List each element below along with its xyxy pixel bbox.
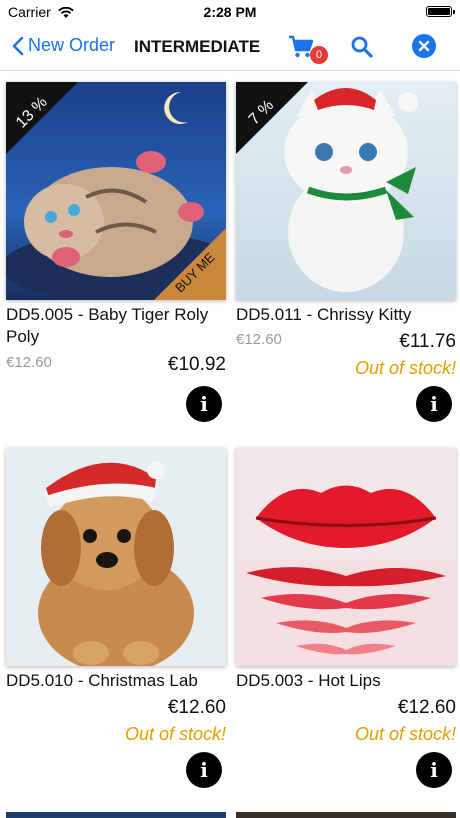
product-price: €11.76	[399, 331, 456, 352]
product-price: €12.60	[167, 697, 226, 718]
product-name: DD5.005 - Baby Tiger Roly Poly	[6, 305, 209, 346]
info-button[interactable]: i	[186, 386, 222, 422]
page-title: INTERMEDIATE	[134, 37, 261, 56]
search-icon	[351, 36, 373, 58]
battery-icon	[426, 6, 455, 17]
buy-me-corner	[154, 228, 226, 300]
stock-status: Out of stock!	[354, 358, 456, 378]
info-icon: i	[430, 392, 438, 416]
search-button[interactable]	[350, 35, 374, 64]
back-label: New Order	[28, 35, 116, 55]
navigation-bar: New Order INTERMEDIATE 0	[0, 24, 460, 71]
product-image[interactable]	[236, 448, 456, 666]
product-card[interactable]: DD5.010 - Christmas Lab €12.60 Out of st…	[6, 448, 226, 788]
product-name: DD5.010 - Christmas Lab	[6, 671, 198, 690]
info-button[interactable]: i	[416, 386, 452, 422]
chevron-left-icon	[12, 36, 24, 55]
product-image[interactable]: 13 % BUY ME	[6, 82, 226, 300]
product-image-partial	[6, 812, 226, 818]
product-image[interactable]	[6, 448, 226, 666]
info-icon: i	[200, 392, 208, 416]
cart-count-badge: 0	[310, 46, 328, 64]
product-price: €12.60	[397, 697, 456, 718]
close-icon	[418, 40, 430, 52]
status-bar: Carrier 2:28 PM	[0, 0, 460, 24]
product-price: €10.92	[167, 354, 226, 375]
product-image-partial	[236, 812, 456, 818]
product-name: DD5.003 - Hot Lips	[236, 671, 381, 690]
product-image[interactable]: 7 %	[236, 82, 456, 300]
info-icon: i	[430, 758, 438, 782]
product-card[interactable]: 7 % DD5.011 - Chrissy Kitty €12.60 €11.7…	[236, 82, 456, 422]
info-icon: i	[200, 758, 208, 782]
clock: 2:28 PM	[203, 4, 257, 20]
old-price: €12.60	[6, 354, 52, 371]
product-card[interactable]: 13 % BUY ME DD5.005 - Baby Tiger Roly Po…	[6, 82, 226, 422]
back-button[interactable]: New Order	[12, 35, 115, 56]
stock-status: Out of stock!	[124, 724, 226, 744]
close-button[interactable]	[412, 34, 436, 58]
info-button[interactable]: i	[186, 752, 222, 788]
info-button[interactable]: i	[416, 752, 452, 788]
product-card[interactable]: DD5.003 - Hot Lips €12.60 Out of stock! …	[236, 448, 456, 788]
stock-status: Out of stock!	[354, 724, 456, 744]
old-price: €12.60	[236, 331, 282, 348]
product-name: DD5.011 - Chrissy Kitty	[236, 305, 412, 324]
